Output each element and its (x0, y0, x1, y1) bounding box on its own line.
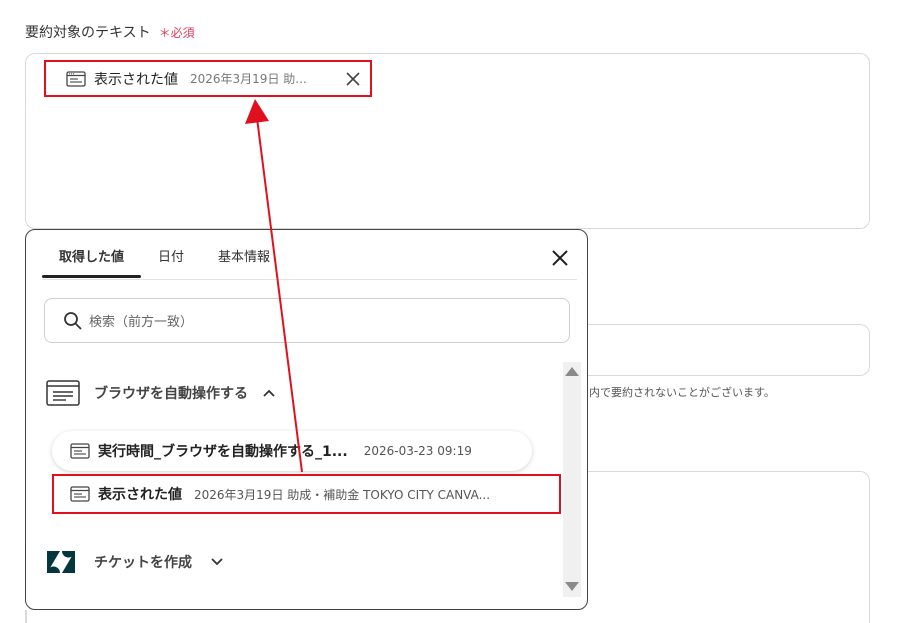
close-icon[interactable] (345, 71, 361, 87)
item-value: 2026年3月19日 助成・補助金 TOKYO CITY CANVA... (194, 487, 491, 502)
scrollbar[interactable] (563, 362, 581, 597)
item-name: 実行時間_ブラウザを自動操作する_1... (98, 444, 348, 460)
chip-value: 2026年3月19日 助... (190, 72, 307, 86)
search-placeholder: 検索（前方一致） (89, 315, 194, 330)
chip-name: 表示された値 (94, 71, 178, 88)
selected-value-chip[interactable]: 表示された値 2026年3月19日 助... (44, 60, 372, 97)
tabs-divider (42, 279, 577, 280)
tab-date[interactable]: 日付 (141, 248, 201, 278)
group-label: ブラウザを自動操作する (94, 386, 248, 402)
value-picker-popup: 取得した値 日付 基本情報 検索（前方一致） ブラウザを自動操作する 実行時間_… (25, 229, 588, 610)
browser-window-icon (46, 380, 80, 406)
popup-close-icon[interactable] (550, 248, 570, 268)
background-note: 内で要約されないことがございます。 (589, 386, 775, 399)
browser-window-icon (70, 486, 90, 502)
scroll-down-icon[interactable] (565, 582, 579, 591)
chevron-up-icon[interactable] (262, 388, 276, 398)
tab-basic-info[interactable]: 基本情報 (201, 248, 287, 278)
tab-acquired-values[interactable]: 取得した値 (42, 248, 142, 278)
field-label: 要約対象のテキスト ＊必須 (25, 22, 195, 42)
zendesk-logo-icon (47, 551, 75, 573)
chevron-down-icon[interactable] (210, 557, 224, 567)
item-value: 2026-03-23 09:19 (363, 444, 472, 458)
list-item-selected[interactable]: 表示された値 2026年3月19日 助成・補助金 TOKYO CITY CANV… (52, 474, 561, 514)
group-create-ticket[interactable]: チケットを作成 (46, 550, 224, 574)
background-edge (25, 610, 27, 623)
field-label-text: 要約対象のテキスト (25, 25, 151, 41)
browser-window-icon (66, 70, 86, 87)
search-icon (64, 311, 82, 330)
list-item[interactable]: 実行時間_ブラウザを自動操作する_1... 2026-03-23 09:19 (52, 431, 532, 471)
tab-bar: 取得した値 日付 基本情報 (42, 248, 287, 278)
scroll-up-icon[interactable] (565, 367, 579, 376)
group-browser-automation[interactable]: ブラウザを自動操作する (46, 380, 276, 406)
group-label: チケットを作成 (94, 555, 192, 571)
search-input[interactable]: 検索（前方一致） (44, 298, 570, 343)
background-textarea[interactable] (560, 471, 870, 623)
browser-window-icon (70, 443, 90, 459)
background-input[interactable] (560, 324, 870, 376)
item-name: 表示された値 (98, 487, 182, 503)
required-mark: ＊必須 (158, 25, 195, 40)
